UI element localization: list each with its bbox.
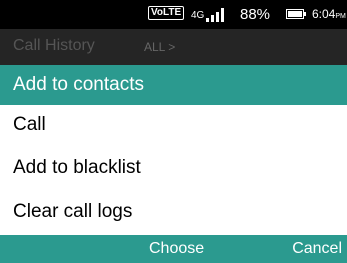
menu-item-clear-call-logs[interactable]: Clear call logs: [0, 192, 347, 232]
battery-percent: 88%: [240, 6, 271, 23]
call-history-header: Call History ALL >: [0, 29, 347, 65]
menu-item-add-to-contacts[interactable]: Add to contacts: [0, 65, 347, 105]
menu-item-add-to-blacklist[interactable]: Add to blacklist: [0, 148, 347, 188]
network-type: 4G: [191, 10, 205, 21]
status-bar: VoLTE 4G 88% 6:04PM: [0, 0, 347, 29]
clock-suffix: PM: [335, 13, 346, 20]
menu-item-call[interactable]: Call: [0, 105, 347, 145]
softkey-bar: Choose Cancel: [0, 235, 347, 263]
menu-item-label: Add to blacklist: [13, 157, 141, 178]
menu-item-label: Clear call logs: [13, 201, 133, 222]
cancel-button[interactable]: Cancel: [292, 240, 342, 258]
volte-badge: VoLTE: [148, 6, 185, 20]
filter-selector[interactable]: ALL >: [144, 40, 175, 54]
menu-item-label: Add to contacts: [13, 74, 144, 95]
menu-item-label: Call: [13, 114, 46, 135]
signal-icon: [206, 8, 232, 22]
page-title: Call History: [13, 37, 95, 54]
clock: 6:04PM: [312, 0, 346, 31]
choose-button[interactable]: Choose: [149, 240, 204, 258]
clock-time: 6:04: [312, 7, 336, 21]
battery-icon: [286, 9, 306, 19]
